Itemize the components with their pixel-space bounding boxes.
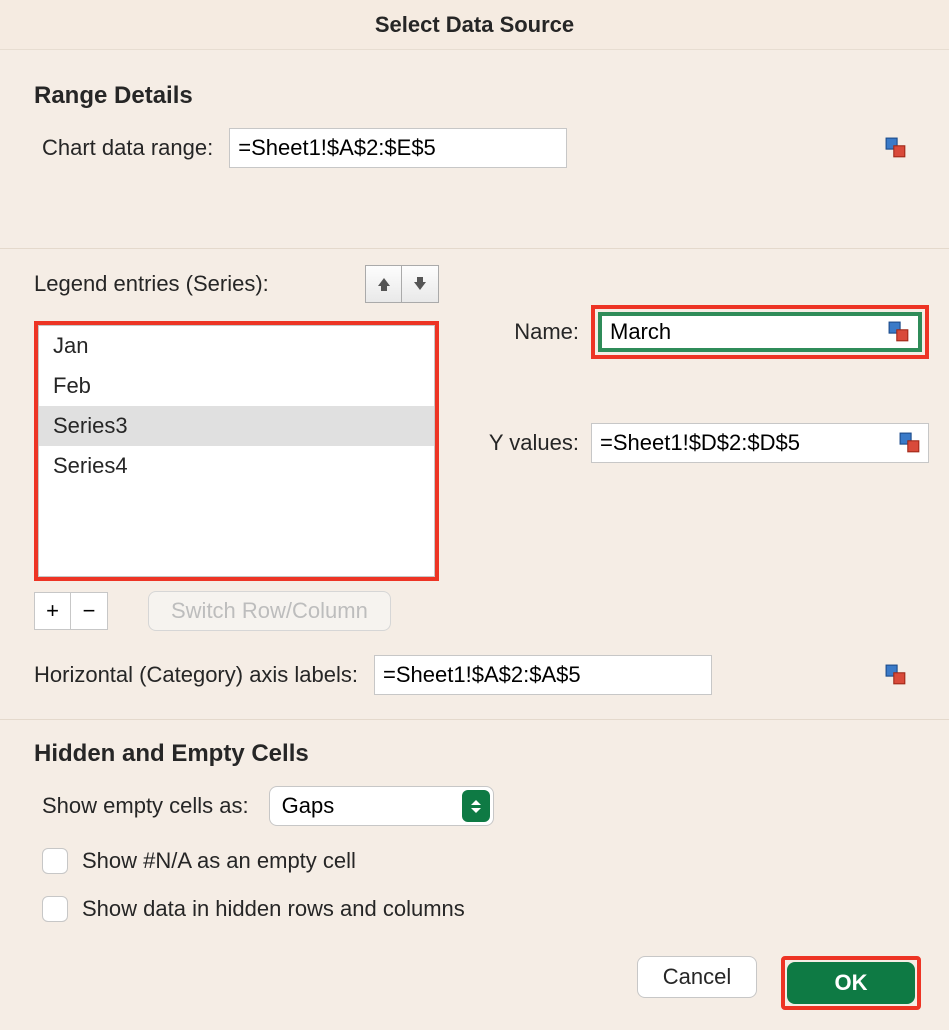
chart-data-range-input[interactable] — [229, 128, 567, 168]
range-selector-icon[interactable] — [885, 664, 907, 686]
cancel-button[interactable]: Cancel — [637, 956, 757, 998]
list-item[interactable]: Feb — [39, 366, 434, 406]
show-hidden-rows-checkbox[interactable] — [42, 896, 68, 922]
hidden-empty-heading: Hidden and Empty Cells — [34, 740, 915, 768]
horizontal-axis-input[interactable] — [374, 655, 712, 695]
dialog-title: Select Data Source — [0, 0, 949, 50]
show-empty-select[interactable]: Gaps — [269, 786, 494, 826]
horizontal-axis-label: Horizontal (Category) axis labels: — [34, 662, 358, 688]
show-empty-label: Show empty cells as: — [42, 793, 249, 819]
add-series-button[interactable]: + — [35, 593, 71, 629]
chart-data-range-label: Chart data range: — [42, 135, 213, 161]
show-na-label: Show #N/A as an empty cell — [82, 848, 356, 874]
show-na-checkbox[interactable] — [42, 848, 68, 874]
y-values-label: Y values: — [479, 430, 579, 456]
list-item[interactable]: Series3 — [39, 406, 434, 446]
legend-listbox-highlight: Jan Feb Series3 Series4 — [34, 321, 439, 581]
series-name-highlight — [591, 305, 929, 359]
range-details-heading: Range Details — [34, 82, 915, 110]
range-selector-icon[interactable] — [885, 137, 907, 159]
move-series-up-button[interactable] — [366, 266, 402, 302]
legend-listbox[interactable]: Jan Feb Series3 Series4 — [38, 325, 435, 577]
legend-entries-label: Legend entries (Series): — [34, 271, 269, 297]
ok-button-highlight: OK — [781, 956, 921, 1010]
ok-button[interactable]: OK — [787, 962, 915, 1004]
show-hidden-rows-label: Show data in hidden rows and columns — [82, 896, 465, 922]
switch-row-column-button: Switch Row/Column — [148, 591, 391, 631]
y-values-input[interactable] — [591, 423, 929, 463]
move-series-down-button[interactable] — [402, 266, 438, 302]
remove-series-button[interactable]: − — [71, 593, 107, 629]
series-name-label: Name: — [479, 319, 579, 345]
list-item[interactable]: Jan — [39, 326, 434, 366]
list-item[interactable]: Series4 — [39, 446, 434, 486]
series-name-input[interactable] — [602, 316, 918, 348]
